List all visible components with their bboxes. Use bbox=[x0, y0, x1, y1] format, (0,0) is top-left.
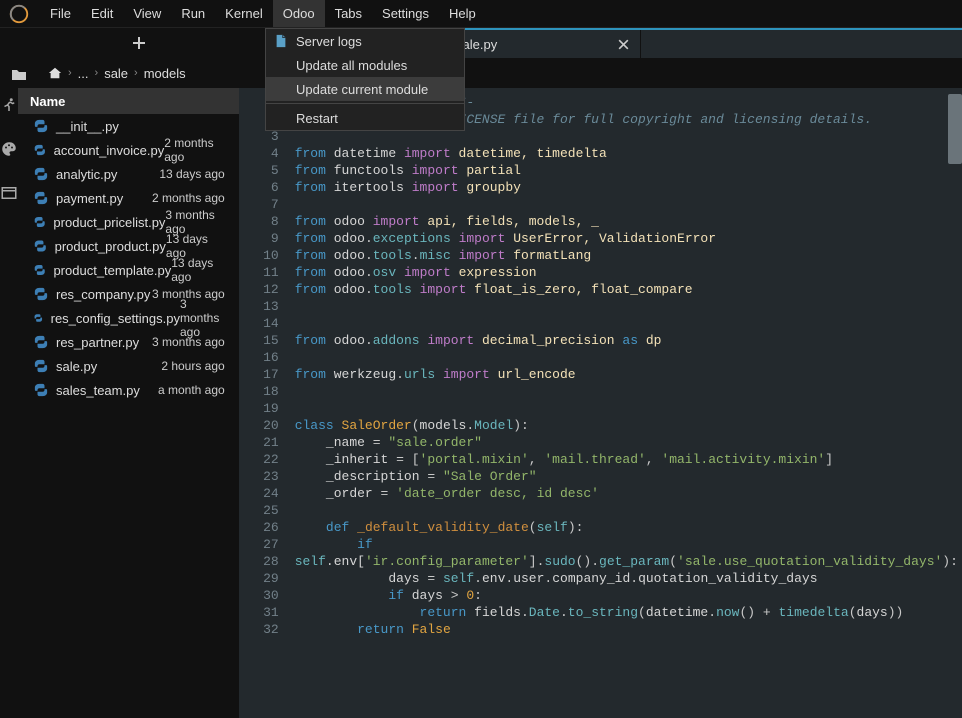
app-logo-icon bbox=[8, 3, 30, 25]
python-file-icon bbox=[34, 239, 47, 253]
python-file-icon bbox=[34, 167, 48, 181]
python-file-icon bbox=[34, 119, 48, 133]
menu-odoo[interactable]: Odoo bbox=[273, 0, 325, 27]
menu-view[interactable]: View bbox=[123, 0, 171, 27]
breadcrumb[interactable]: › ... › sale › models bbox=[38, 66, 186, 81]
tab-sale-py[interactable]: sale.py bbox=[442, 30, 641, 58]
python-file-icon bbox=[34, 143, 46, 157]
menu-kernel[interactable]: Kernel bbox=[215, 0, 273, 27]
file-name: res_config_settings.py bbox=[51, 311, 180, 326]
file-row[interactable]: sales_team.py a month ago bbox=[18, 378, 239, 402]
document-icon bbox=[274, 34, 288, 48]
menu-item[interactable]: Server logs bbox=[266, 29, 464, 53]
file-row[interactable]: payment.py 2 months ago bbox=[18, 186, 239, 210]
file-row[interactable]: res_config_settings.py3 months ago bbox=[18, 306, 239, 330]
menu-item[interactable]: Update current module bbox=[266, 77, 464, 101]
file-name: analytic.py bbox=[56, 167, 117, 182]
file-name: __init__.py bbox=[56, 119, 119, 134]
code-editor[interactable]: 1234567891011121314151617181920212223242… bbox=[239, 88, 962, 718]
folder-icon[interactable] bbox=[11, 67, 27, 83]
python-file-icon bbox=[34, 335, 48, 349]
menu-file[interactable]: File bbox=[40, 0, 81, 27]
python-file-icon bbox=[34, 215, 45, 229]
breadcrumb-segment[interactable]: ... bbox=[78, 66, 89, 81]
menu-edit[interactable]: Edit bbox=[81, 0, 123, 27]
python-file-icon bbox=[34, 359, 48, 373]
file-time: a month ago bbox=[158, 383, 225, 397]
python-file-icon bbox=[34, 383, 48, 397]
menu-item[interactable]: Restart bbox=[266, 106, 464, 130]
file-name: product_template.py bbox=[53, 263, 171, 278]
file-row[interactable]: product_product.py13 days ago bbox=[18, 234, 239, 258]
file-time: 3 months ago bbox=[152, 335, 225, 349]
file-time: 13 days ago bbox=[171, 256, 224, 284]
file-row[interactable]: account_invoice.py2 months ago bbox=[18, 138, 239, 162]
top-toolbar: sale.py bbox=[0, 28, 962, 58]
window-icon[interactable] bbox=[0, 184, 18, 202]
menu-run[interactable]: Run bbox=[171, 0, 215, 27]
breadcrumb-segment[interactable]: sale bbox=[104, 66, 128, 81]
breadcrumb-row: › ... › sale › models bbox=[0, 58, 962, 88]
line-gutter: 1234567891011121314151617181920212223242… bbox=[239, 88, 289, 718]
file-name: product_pricelist.py bbox=[53, 215, 165, 230]
python-file-icon bbox=[34, 287, 48, 301]
menu-settings[interactable]: Settings bbox=[372, 0, 439, 27]
odoo-menu-dropdown: Server logsUpdate all modulesUpdate curr… bbox=[265, 28, 465, 131]
file-row[interactable]: product_pricelist.py3 months ago bbox=[18, 210, 239, 234]
file-name: res_partner.py bbox=[56, 335, 139, 350]
home-icon[interactable] bbox=[48, 66, 62, 80]
breadcrumb-segment[interactable]: models bbox=[144, 66, 186, 81]
file-time: 2 hours ago bbox=[161, 359, 224, 373]
close-icon[interactable] bbox=[617, 38, 630, 51]
file-name: account_invoice.py bbox=[54, 143, 165, 158]
file-row[interactable]: sale.py 2 hours ago bbox=[18, 354, 239, 378]
file-name: sale.py bbox=[56, 359, 97, 374]
python-file-icon bbox=[34, 263, 45, 277]
file-name: payment.py bbox=[56, 191, 123, 206]
running-man-icon[interactable] bbox=[0, 96, 18, 114]
file-row[interactable]: analytic.py 13 days ago bbox=[18, 162, 239, 186]
file-name: product_product.py bbox=[55, 239, 166, 254]
file-row[interactable]: __init__.py bbox=[18, 114, 239, 138]
new-file-icon[interactable] bbox=[131, 35, 147, 51]
file-name: res_company.py bbox=[56, 287, 150, 302]
menu-tabs[interactable]: Tabs bbox=[325, 0, 372, 27]
column-header-name[interactable]: Name bbox=[18, 88, 239, 114]
file-time: 13 days ago bbox=[159, 167, 224, 181]
menubar: FileEditViewRunKernelOdooTabsSettingsHel… bbox=[0, 0, 962, 28]
python-file-icon bbox=[34, 311, 43, 325]
code-content[interactable]: # -*- coding: utf-8 -*-# Part of Odoo. S… bbox=[289, 88, 962, 718]
file-explorer: Name __init__.pyaccount_invoice.py2 mont… bbox=[18, 88, 239, 718]
file-row[interactable]: product_template.py13 days ago bbox=[18, 258, 239, 282]
menu-item[interactable]: Update all modules bbox=[266, 53, 464, 77]
editor-tabbar: sale.py bbox=[442, 28, 962, 58]
file-time: 3 months ago bbox=[180, 297, 225, 339]
activity-bar bbox=[0, 88, 18, 718]
file-time: 2 months ago bbox=[152, 191, 225, 205]
menu-help[interactable]: Help bbox=[439, 0, 486, 27]
file-name: sales_team.py bbox=[56, 383, 140, 398]
file-time: 2 months ago bbox=[164, 136, 224, 164]
scrollbar-thumb[interactable] bbox=[948, 94, 962, 164]
python-file-icon bbox=[34, 191, 48, 205]
palette-icon[interactable] bbox=[0, 140, 18, 158]
